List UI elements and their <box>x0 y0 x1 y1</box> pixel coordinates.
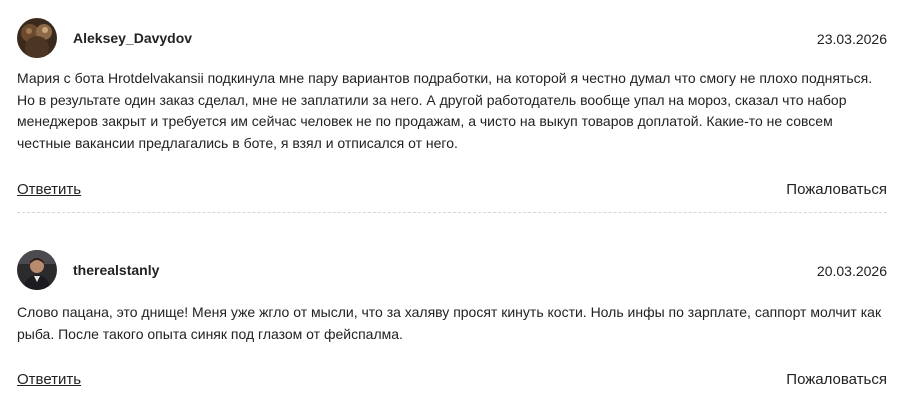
reply-link[interactable]: Ответить <box>17 371 81 388</box>
user-avatar-photo-icon <box>17 18 57 58</box>
comment-actions: Ответить Пожаловаться <box>17 181 887 203</box>
comment-text: Мария с бота Hrotdelvakansii подкинула м… <box>17 70 873 151</box>
report-link[interactable]: Пожаловаться <box>786 181 887 198</box>
report-link[interactable]: Пожаловаться <box>786 371 887 388</box>
avatar[interactable] <box>17 250 57 290</box>
comment: therealstanly 20.03.2026 Слово пацана, э… <box>17 250 887 393</box>
comment-username: therealstanly <box>73 262 160 278</box>
user-avatar-photo-icon <box>17 250 57 290</box>
comment: Aleksey_Davydov 23.03.2026 Мария с бота … <box>17 18 887 203</box>
reply-link[interactable]: Ответить <box>17 181 81 198</box>
avatar[interactable] <box>17 18 57 58</box>
comment-divider <box>17 212 887 213</box>
comment-date: 23.03.2026 <box>816 31 887 47</box>
comment-date: 20.03.2026 <box>816 263 887 279</box>
comment-header: Aleksey_Davydov 23.03.2026 <box>17 18 887 60</box>
comment-list: Aleksey_Davydov 23.03.2026 Мария с бота … <box>0 0 900 401</box>
comment-username: Aleksey_Davydov <box>73 30 193 46</box>
comment-text: Слово пацана, это днище! Меня уже жгло о… <box>17 304 882 342</box>
comment-header: therealstanly 20.03.2026 <box>17 250 887 292</box>
comment-actions: Ответить Пожаловаться <box>17 371 887 393</box>
